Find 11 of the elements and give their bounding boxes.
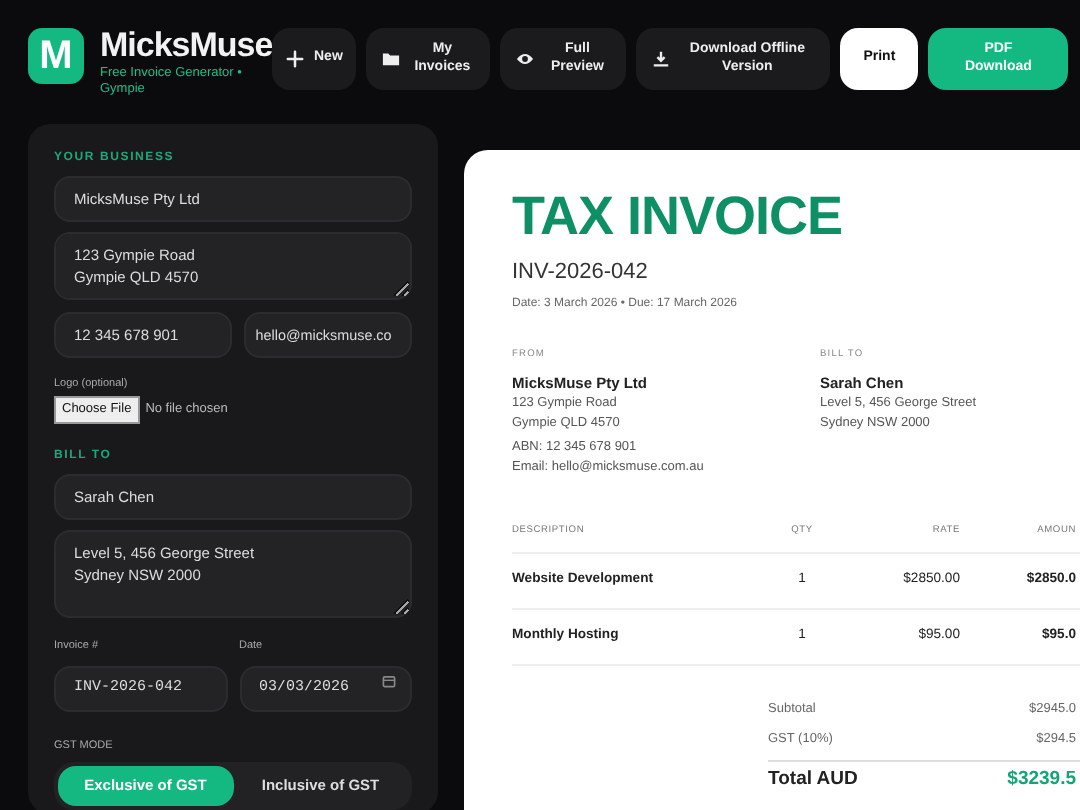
- calendar-icon[interactable]: [382, 674, 396, 689]
- app-title: MicksMuse: [100, 28, 273, 62]
- invoice-number: INV-2026-042: [512, 258, 650, 288]
- total-value: $3239.5: [1007, 766, 1076, 795]
- plus-icon: [286, 50, 304, 68]
- invoice-title: TAX INVOICE: [512, 190, 845, 244]
- logo-badge: M: [28, 28, 84, 84]
- eye-icon: [516, 50, 535, 68]
- total-label: Total AUD: [768, 766, 858, 795]
- download-icon: [652, 50, 671, 68]
- folder-icon: [382, 50, 401, 68]
